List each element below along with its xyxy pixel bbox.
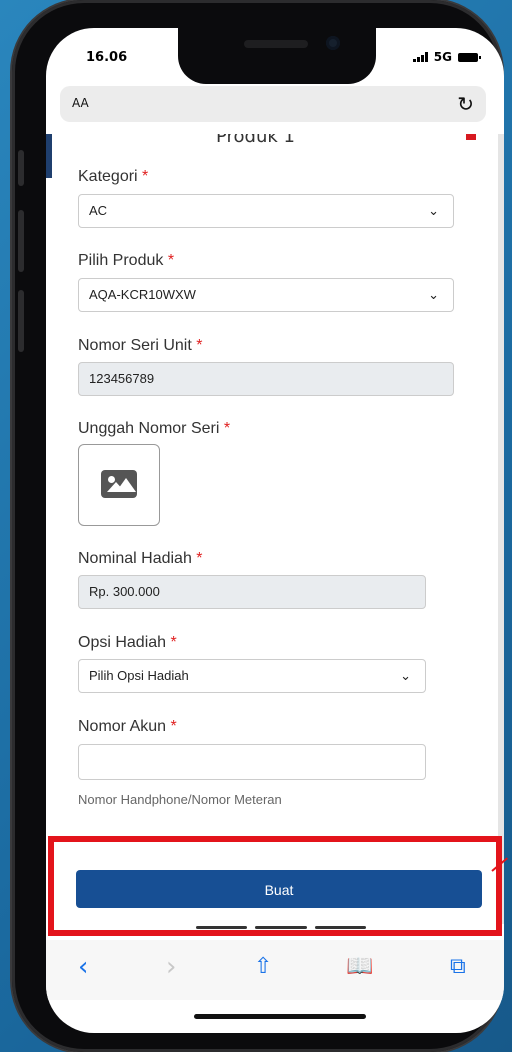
reader-settings-button[interactable]: AA (72, 96, 89, 110)
nomor-akun-label-text: Nomor Akun (78, 718, 167, 735)
nomor-akun-input[interactable] (78, 744, 426, 780)
speaker-grille (244, 40, 308, 48)
chevron-down-icon: ⌄ (428, 203, 439, 218)
pilih-produk-label-text: Pilih Produk (78, 252, 164, 269)
volume-up-button (18, 210, 24, 272)
tabs-icon[interactable]: ⧉ (450, 954, 466, 979)
reload-icon[interactable]: ↻ (457, 92, 474, 116)
battery-icon (458, 52, 481, 62)
nomor-seri-label: Nomor Seri Unit * (78, 337, 203, 355)
phone-frame: 16.06 5G AA ↻ Produk 1 Kategori * AC ⌄ P… (12, 0, 504, 1052)
unggah-label: Unggah Nomor Seri * (78, 420, 230, 438)
volume-down-button (18, 290, 24, 352)
remove-product-button[interactable] (466, 134, 476, 140)
signal-icon (412, 52, 428, 62)
bookmarks-icon[interactable]: 📖 (346, 954, 373, 979)
upload-image-button[interactable] (78, 444, 160, 526)
pilih-produk-select[interactable]: AQA-KCR10WXW ⌄ (78, 278, 454, 312)
kategori-label: Kategori * (78, 168, 148, 186)
status-indicators: 5G (412, 50, 481, 64)
nomor-akun-label: Nomor Akun * (78, 718, 177, 736)
opsi-label-text: Opsi Hadiah (78, 634, 167, 651)
scrollbar-track[interactable] (498, 134, 504, 924)
required-mark: * (196, 337, 203, 354)
page-indicator (196, 926, 366, 930)
pilih-produk-label: Pilih Produk * (78, 252, 174, 270)
network-type: 5G (433, 50, 452, 64)
kategori-select[interactable]: AC ⌄ (78, 194, 454, 228)
mute-switch (18, 150, 24, 186)
notch (178, 28, 376, 84)
buat-button[interactable]: Buat (76, 870, 482, 908)
forward-icon[interactable]: › (166, 952, 176, 982)
chevron-down-icon: ⌄ (400, 668, 411, 683)
phone-screen: 16.06 5G AA ↻ Produk 1 Kategori * AC ⌄ P… (46, 28, 504, 1033)
required-mark: * (223, 420, 231, 437)
required-mark: * (170, 634, 177, 651)
status-time: 16.06 (86, 50, 128, 65)
nominal-input[interactable]: Rp. 300.000 (78, 575, 426, 609)
opsi-select[interactable]: Pilih Opsi Hadiah ⌄ (78, 659, 426, 693)
kategori-label-text: Kategori (78, 168, 138, 185)
page-header-strip (46, 134, 52, 178)
kategori-value: AC (89, 203, 108, 218)
required-mark: * (167, 252, 175, 269)
opsi-label: Opsi Hadiah * (78, 634, 177, 652)
nominal-value: Rp. 300.000 (89, 584, 160, 599)
browser-toolbar: ‹ › ⇧ 📖 ⧉ (46, 940, 504, 1000)
pilih-produk-value: AQA-KCR10WXW (89, 287, 196, 302)
section-title: Produk 1 (216, 134, 295, 147)
nomor-akun-hint: Nomor Handphone/Nomor Meteran (78, 792, 282, 807)
opsi-value: Pilih Opsi Hadiah (89, 668, 189, 683)
image-icon (101, 470, 137, 498)
nominal-label: Nominal Hadiah * (78, 550, 203, 568)
required-mark: * (196, 550, 203, 567)
nomor-seri-label-text: Nomor Seri Unit (78, 337, 192, 354)
required-mark: * (142, 168, 149, 185)
chevron-down-icon: ⌄ (428, 287, 439, 302)
unggah-label-text: Unggah Nomor Seri (78, 420, 220, 437)
back-icon[interactable]: ‹ (78, 952, 88, 982)
required-mark: * (170, 718, 177, 735)
web-page: Produk 1 Kategori * AC ⌄ Pilih Produk * … (46, 134, 504, 924)
home-indicator (194, 1014, 366, 1019)
front-camera (326, 36, 340, 50)
address-bar[interactable]: AA ↻ (60, 86, 486, 122)
nomor-seri-input[interactable]: 123456789 (78, 362, 454, 396)
nominal-label-text: Nominal Hadiah (78, 550, 192, 567)
share-icon[interactable]: ⇧ (254, 954, 272, 979)
nomor-seri-value: 123456789 (89, 371, 155, 386)
